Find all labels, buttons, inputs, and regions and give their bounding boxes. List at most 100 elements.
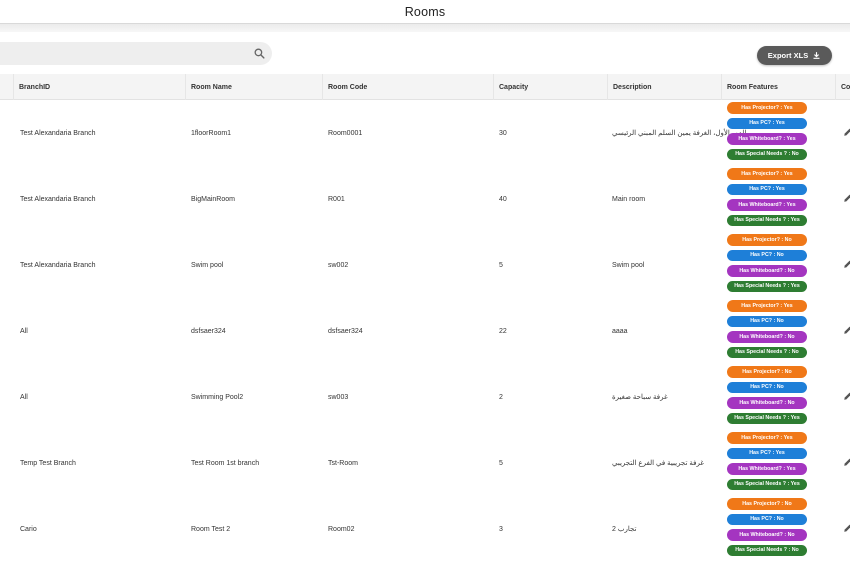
room-name-cell: dsfsaer324 <box>191 327 226 335</box>
rooms-table: BranchID Room Name Room Code Capacity De… <box>0 74 850 562</box>
pc-badge: Has PC? : No <box>727 513 807 525</box>
room-features: Has Projector? : Yes Has PC? : Yes Has Whi… <box>727 168 807 226</box>
column-header-description[interactable]: Description <box>607 74 721 100</box>
pencil-icon[interactable] <box>843 127 850 137</box>
table-row[interactable]: Cario Room Test 2 Room02 3 تجارب 2 Has Projec… <box>0 496 850 562</box>
capacity-cell: 3 <box>499 525 503 533</box>
room-code-cell: Room02 <box>328 525 355 533</box>
table-body: Test Alexandaria Branch 1floorRoom1 Room00… <box>0 100 850 562</box>
rooms-page: Rooms Export XLS BranchID Room Name Room… <box>0 0 850 565</box>
search-box[interactable] <box>0 42 272 65</box>
table-row[interactable]: All Swimming Pool2 sw003 2 غرفة سباحة صغيرة H… <box>0 364 850 430</box>
special-needs-badge: Has Special Needs ? : No <box>727 148 807 160</box>
title-bar: Rooms <box>0 0 850 24</box>
room-code-cell: dsfsaer324 <box>328 327 363 335</box>
room-name-cell: Room Test 2 <box>191 525 231 533</box>
special-needs-badge: Has Special Needs ? : No <box>727 544 807 556</box>
pencil-icon[interactable] <box>843 193 850 203</box>
room-code-cell: sw002 <box>328 261 349 269</box>
special-needs-badge: Has Special Needs ? : Yes <box>727 214 807 226</box>
column-header-capacity[interactable]: Capacity <box>493 74 607 100</box>
branch-cell: Cario <box>20 525 37 533</box>
search-input[interactable] <box>0 43 230 64</box>
export-xls-label: Export XLS <box>767 51 809 60</box>
room-code-cell: Tst-Room <box>328 459 358 467</box>
pencil-icon[interactable] <box>843 523 850 533</box>
whiteboard-badge: Has Whiteboard? : No <box>727 529 807 541</box>
table-row[interactable]: Test Alexandaria Branch Swim pool sw002 5 Sw… <box>0 232 850 298</box>
pc-badge: Has PC? : No <box>727 381 807 393</box>
capacity-cell: 2 <box>499 393 503 401</box>
pencil-icon[interactable] <box>843 259 850 269</box>
special-needs-badge: Has Special Needs ? : Yes <box>727 280 807 292</box>
projector-badge: Has Projector? : No <box>727 366 807 378</box>
whiteboard-badge: Has Whiteboard? : No <box>727 397 807 409</box>
room-features: Has Projector? : No Has PC? : No Has White… <box>727 498 807 556</box>
room-features: Has Projector? : Yes Has PC? : No Has Whit… <box>727 300 807 358</box>
projector-badge: Has Projector? : Yes <box>727 168 807 180</box>
room-code-cell: sw003 <box>328 393 349 401</box>
column-header-room-code[interactable]: Room Code <box>322 74 493 100</box>
pencil-icon[interactable] <box>843 457 850 467</box>
room-code-cell: R001 <box>328 195 345 203</box>
table-row[interactable]: All dsfsaer324 dsfsaer324 22 aaaa Has Project… <box>0 298 850 364</box>
description-cell: Swim pool <box>612 261 645 269</box>
table-row[interactable]: Temp Test Branch Test Room 1st branch Tst-… <box>0 430 850 496</box>
whiteboard-badge: Has Whiteboard? : Yes <box>727 133 807 145</box>
room-features: Has Projector? : Yes Has PC? : Yes Has Whi… <box>727 102 807 160</box>
capacity-cell: 22 <box>499 327 507 335</box>
room-features: Has Projector? : Yes Has PC? : Yes Has Whi… <box>727 432 807 490</box>
projector-badge: Has Projector? : Yes <box>727 432 807 444</box>
pc-badge: Has PC? : Yes <box>727 117 807 129</box>
search-icon[interactable] <box>253 47 266 60</box>
projector-badge: Has Projector? : No <box>727 498 807 510</box>
special-needs-badge: Has Special Needs ? : No <box>727 346 807 358</box>
pc-badge: Has PC? : Yes <box>727 447 807 459</box>
room-name-cell: 1floorRoom1 <box>191 129 232 137</box>
whiteboard-badge: Has Whiteboard? : Yes <box>727 463 807 475</box>
description-cell: aaaa <box>612 327 628 335</box>
projector-badge: Has Projector? : No <box>727 234 807 246</box>
branch-cell: Test Alexandaria Branch <box>20 129 96 137</box>
branch-cell: All <box>20 393 28 401</box>
table-row[interactable]: Test Alexandaria Branch BigMainRoom R001 40… <box>0 166 850 232</box>
room-name-cell: BigMainRoom <box>191 195 235 203</box>
column-header-branchid[interactable]: BranchID <box>13 74 185 100</box>
projector-badge: Has Projector? : Yes <box>727 102 807 114</box>
pc-badge: Has PC? : No <box>727 249 807 261</box>
pencil-icon[interactable] <box>843 325 850 335</box>
pc-badge: Has PC? : Yes <box>727 183 807 195</box>
room-code-cell: Room0001 <box>328 129 363 137</box>
description-cell: Main room <box>612 195 646 203</box>
description-cell: غرفة تجريبية في الفرع التجريبي <box>612 460 704 467</box>
column-header-controls[interactable]: Co <box>835 74 850 100</box>
room-name-cell: Test Room 1st branch <box>191 459 260 467</box>
description-cell: تجارب 2 <box>612 526 637 533</box>
special-needs-badge: Has Special Needs ? : Yes <box>727 412 807 424</box>
special-needs-badge: Has Special Needs ? : Yes <box>727 478 807 490</box>
capacity-cell: 30 <box>499 129 507 137</box>
whiteboard-badge: Has Whiteboard? : Yes <box>727 199 807 211</box>
branch-cell: All <box>20 327 28 335</box>
description-cell: غرفة سباحة صغيرة <box>612 394 668 401</box>
page-title: Rooms <box>404 4 446 19</box>
download-icon <box>813 52 820 59</box>
column-header-room-name[interactable]: Room Name <box>185 74 322 100</box>
table-row[interactable]: Test Alexandaria Branch 1floorRoom1 Room00… <box>0 100 850 166</box>
title-divider <box>0 24 850 32</box>
branch-cell: Temp Test Branch <box>20 459 76 467</box>
room-name-cell: Swimming Pool2 <box>191 393 244 401</box>
capacity-cell: 5 <box>499 459 503 467</box>
room-name-cell: Swim pool <box>191 261 224 269</box>
table-header: BranchID Room Name Room Code Capacity De… <box>0 74 850 100</box>
description-cell: الدور الأول، الغرفة يمين السلم المبني ال… <box>612 130 747 137</box>
pc-badge: Has PC? : No <box>727 315 807 327</box>
room-features: Has Projector? : No Has PC? : No Has White… <box>727 366 807 424</box>
column-header-room-features[interactable]: Room Features <box>721 74 835 100</box>
whiteboard-badge: Has Whiteboard? : No <box>727 265 807 277</box>
projector-badge: Has Projector? : Yes <box>727 300 807 312</box>
pencil-icon[interactable] <box>843 391 850 401</box>
export-xls-button[interactable]: Export XLS <box>757 46 832 65</box>
room-features: Has Projector? : No Has PC? : No Has White… <box>727 234 807 292</box>
whiteboard-badge: Has Whiteboard? : No <box>727 331 807 343</box>
